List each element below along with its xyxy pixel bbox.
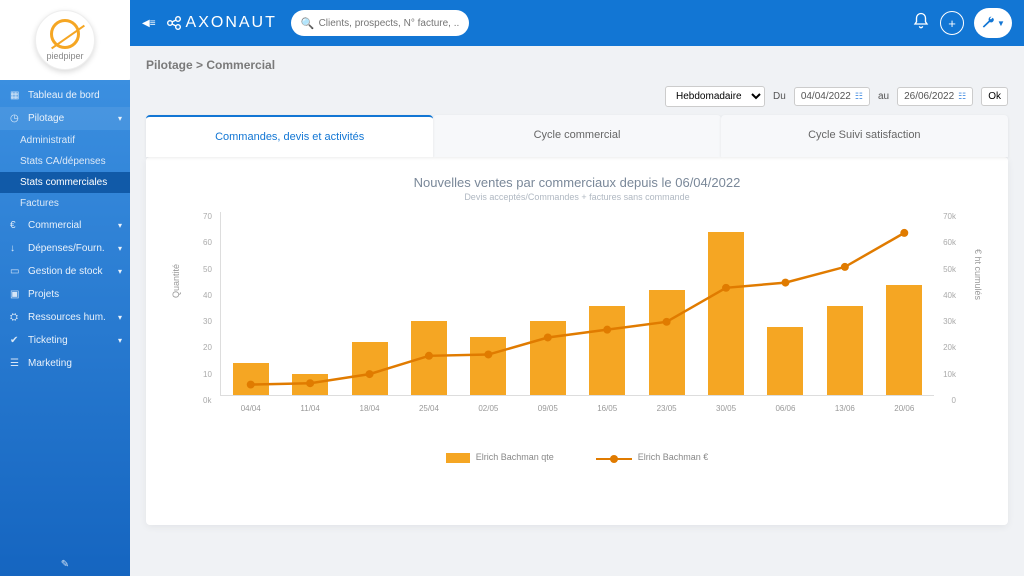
logo-text: piedpiper bbox=[46, 51, 83, 61]
sidebar-sub-stats-commerciales[interactable]: Stats commerciales bbox=[0, 172, 130, 193]
chart-area: Quantité € ht cumulés 0k1020304050607001… bbox=[180, 212, 974, 422]
legend-bar: Elrich Bachman qte bbox=[446, 452, 554, 463]
pin-icon[interactable]: ✎ bbox=[61, 559, 69, 570]
search-icon: 🔍 bbox=[301, 17, 315, 30]
search-input[interactable] bbox=[319, 18, 459, 29]
sidebar-item-dashboard[interactable]: ▦Tableau de bord bbox=[0, 84, 130, 107]
tab-cycle-commercial[interactable]: Cycle commercial bbox=[433, 115, 720, 157]
sidebar-item-label: Gestion de stock bbox=[28, 266, 102, 277]
filter-row: Hebdomadaire Du 04/04/2022☷ au 26/06/202… bbox=[146, 86, 1008, 107]
brand-icon bbox=[166, 15, 182, 31]
sidebar-sub-stats-ca[interactable]: Stats CA/dépenses bbox=[0, 151, 130, 172]
ok-button[interactable]: Ok bbox=[981, 87, 1008, 106]
chart-subtitle: Devis acceptés/Commandes + factures sans… bbox=[170, 192, 984, 202]
main-content: Pilotage > Commercial Hebdomadaire Du 04… bbox=[130, 46, 1024, 576]
sidebar-item-commercial[interactable]: €Commercial▾ bbox=[0, 214, 130, 237]
tabs: Commandes, devis et activités Cycle comm… bbox=[146, 115, 1008, 157]
top-bar: ◀≡ AXONAUT 🔍 + ▼ bbox=[0, 0, 1024, 46]
sidebar-item-label: Pilotage bbox=[28, 113, 64, 124]
sidebar-item-rh[interactable]: ⛭Ressources hum.▾ bbox=[0, 306, 130, 329]
sidebar-item-label: Ressources hum. bbox=[28, 312, 106, 323]
brand-text: AXONAUT bbox=[186, 14, 277, 32]
sidebar-sub-factures[interactable]: Factures bbox=[0, 193, 130, 214]
y-axis-right-label: € ht cumulés bbox=[973, 249, 983, 300]
sidebar-sub-administratif[interactable]: Administratif bbox=[0, 130, 130, 151]
tab-commandes[interactable]: Commandes, devis et activités bbox=[146, 115, 433, 157]
chart-title: Nouvelles ventes par commerciaux depuis … bbox=[170, 175, 984, 190]
legend-line: Elrich Bachman € bbox=[596, 452, 709, 463]
sidebar-item-label: Commercial bbox=[28, 220, 81, 231]
sidebar-item-marketing[interactable]: ☰Marketing bbox=[0, 352, 130, 375]
tab-cycle-satisfaction[interactable]: Cycle Suivi satisfaction bbox=[721, 115, 1008, 157]
chart-legend: Elrich Bachman qte Elrich Bachman € bbox=[170, 452, 984, 463]
logo: piedpiper bbox=[0, 0, 130, 80]
sidebar-item-pilotage[interactable]: ◷Pilotage▾ bbox=[0, 107, 130, 130]
sidebar-item-ticketing[interactable]: ✔Ticketing▾ bbox=[0, 329, 130, 352]
sidebar-item-label: Marketing bbox=[28, 358, 72, 369]
sidebar: ▦Tableau de bord ◷Pilotage▾ Administrati… bbox=[0, 80, 130, 576]
sidebar-item-label: Dépenses/Fourn. bbox=[28, 243, 105, 254]
bell-icon[interactable] bbox=[912, 12, 930, 35]
sidebar-item-label: Tableau de bord bbox=[28, 90, 100, 101]
y-axis-left-label: Quantité bbox=[171, 264, 181, 298]
sidebar-item-label: Projets bbox=[28, 289, 59, 300]
sidebar-item-projets[interactable]: ▣Projets bbox=[0, 283, 130, 306]
sidebar-item-label: Ticketing bbox=[28, 335, 68, 346]
settings-button[interactable]: ▼ bbox=[974, 8, 1012, 38]
chart-card: Nouvelles ventes par commerciaux depuis … bbox=[146, 157, 1008, 525]
add-button[interactable]: + bbox=[940, 11, 964, 35]
to-label: au bbox=[878, 91, 889, 102]
collapse-icon[interactable]: ◀≡ bbox=[142, 18, 156, 29]
breadcrumb: Pilotage > Commercial bbox=[146, 58, 1008, 72]
sidebar-item-depenses[interactable]: ↓Dépenses/Fourn.▾ bbox=[0, 237, 130, 260]
date-from[interactable]: 04/04/2022☷ bbox=[794, 87, 870, 106]
wrench-icon bbox=[981, 16, 995, 30]
date-to[interactable]: 26/06/2022☷ bbox=[897, 87, 973, 106]
from-label: Du bbox=[773, 91, 786, 102]
search-box[interactable]: 🔍 bbox=[291, 10, 469, 36]
sidebar-item-stock[interactable]: ▭Gestion de stock▾ bbox=[0, 260, 130, 283]
brand: AXONAUT bbox=[166, 14, 277, 32]
period-select[interactable]: Hebdomadaire bbox=[665, 86, 765, 107]
